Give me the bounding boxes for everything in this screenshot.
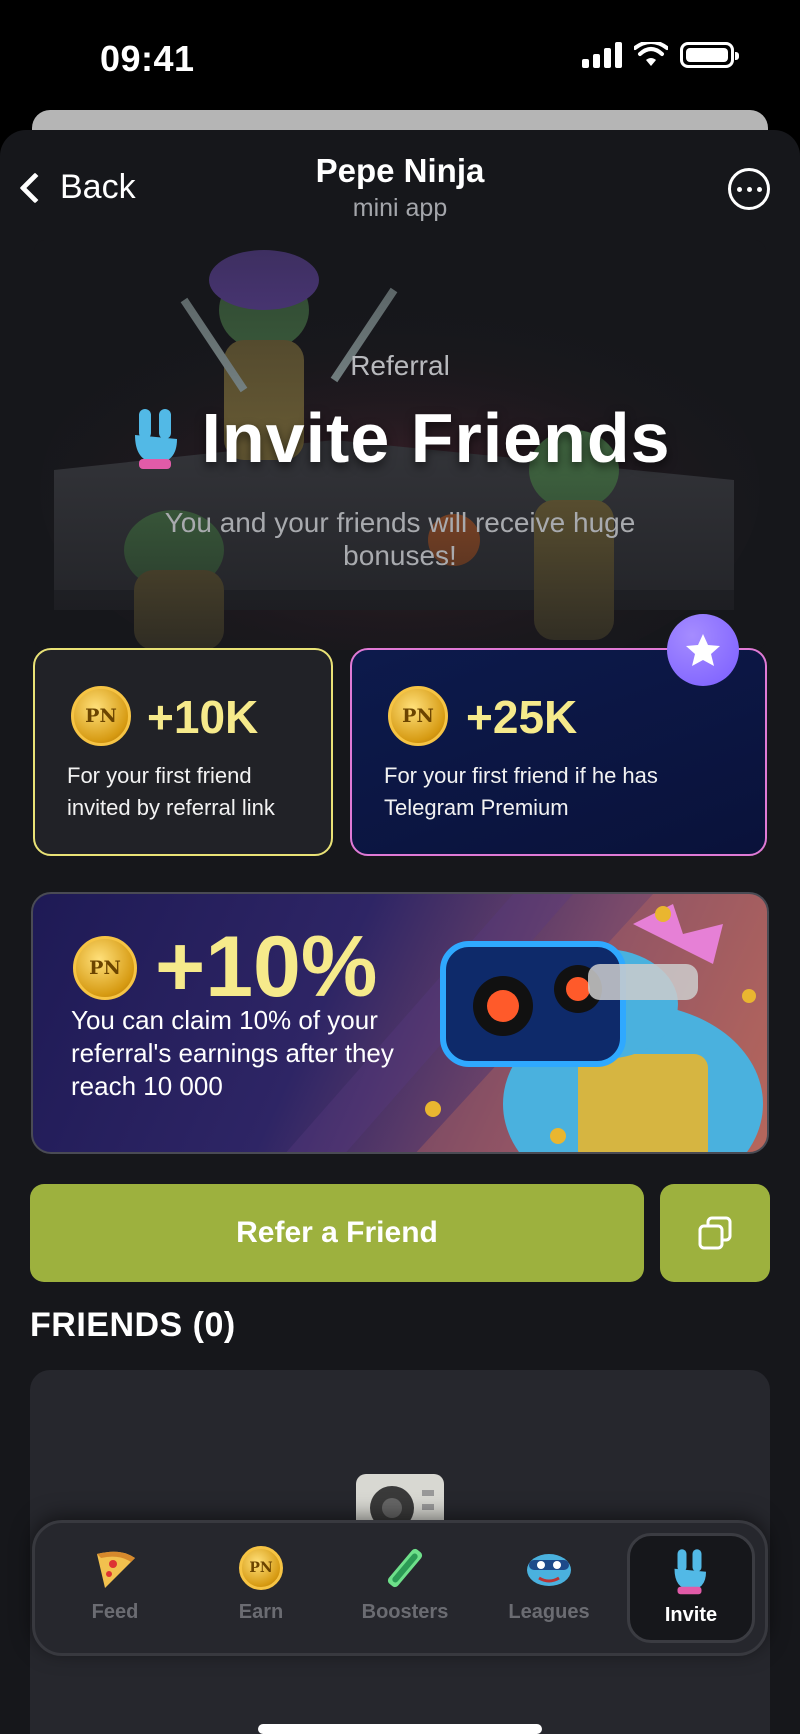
hero-kicker: Referral: [350, 350, 450, 381]
reward-description: For your first friend invited by referra…: [67, 763, 275, 820]
tab-label: Invite: [664, 1604, 718, 1626]
pn-coin-icon: PN: [73, 936, 137, 1000]
app-subtitle: mini app: [352, 194, 448, 222]
reward-card-regular: PN +10K For your first friend invited by…: [33, 648, 333, 856]
coin-icon: PN: [236, 1543, 286, 1593]
pn-coin-icon: PN: [388, 686, 448, 746]
tab-invite[interactable]: Invite: [627, 1533, 755, 1643]
status-icons: [582, 42, 739, 68]
copy-link-button[interactable]: [660, 1184, 770, 1282]
hero-headline: Invite Friends: [0, 398, 800, 478]
app-title: Pepe Ninja: [315, 152, 485, 189]
home-indicator[interactable]: [258, 1724, 542, 1734]
tab-earn[interactable]: PN Earn: [195, 1533, 327, 1643]
signal-icon: [582, 42, 622, 68]
reward-description: For your first friend if he has Telegram…: [384, 763, 658, 820]
earnings-share-banner: PN +10% You can claim 10% of your referr…: [31, 892, 769, 1154]
pizza-icon: [90, 1543, 140, 1593]
tab-label: Boosters: [361, 1601, 449, 1623]
star-icon: [667, 614, 739, 686]
tab-feed[interactable]: Feed: [49, 1533, 181, 1643]
mini-app-sheet: Back Pepe Ninja mini app Referral Invite…: [0, 130, 800, 1734]
tab-label: Earn: [238, 1601, 284, 1623]
tab-label: Leagues: [508, 1601, 590, 1623]
tab-label: Feed: [91, 1601, 139, 1623]
bottom-tab-bar: Feed PN Earn Boosters Leagues Invite: [32, 1520, 768, 1656]
hero-title: Invite Friends: [201, 399, 671, 477]
reward-card-premium: PN +25K For your first friend if he has …: [350, 614, 767, 856]
reward-amount: +25K: [466, 691, 578, 743]
status-time: 09:41: [100, 38, 195, 79]
reward-amount: +10K: [147, 691, 259, 743]
copy-icon: [698, 1216, 732, 1250]
mask-icon: [524, 1543, 574, 1593]
refer-friend-button[interactable]: Refer a Friend: [30, 1184, 644, 1282]
status-bar: 09:41: [0, 0, 800, 110]
booster-icon: [380, 1543, 430, 1593]
friends-heading: FRIENDS (0): [30, 1306, 236, 1344]
pn-coin-icon: PN: [71, 686, 131, 746]
hand-sign-icon: [135, 409, 178, 469]
promo-description: You can claim 10% of your referral's ear…: [71, 1005, 394, 1101]
tab-leagues[interactable]: Leagues: [483, 1533, 615, 1643]
promo-amount: +10%: [155, 919, 378, 1015]
tab-boosters[interactable]: Boosters: [339, 1533, 471, 1643]
more-options-button[interactable]: [728, 168, 770, 210]
hero-description: You and your friends will receive huge b…: [164, 507, 636, 571]
battery-icon: [680, 42, 739, 68]
more-dots-icon: [736, 186, 742, 192]
wifi-icon: [634, 42, 668, 66]
hand-sign-icon: [666, 1546, 716, 1596]
